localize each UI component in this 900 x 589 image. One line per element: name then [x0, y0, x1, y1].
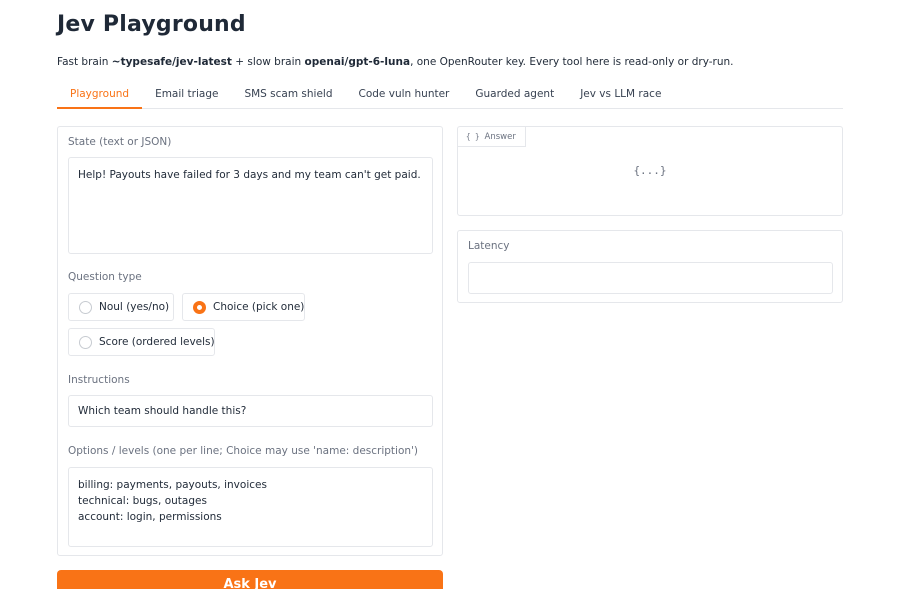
state-text: Help! Payouts have failed for 3 days and… — [78, 169, 421, 181]
page-title: Jev Playground — [57, 12, 246, 37]
instructions-label: Instructions — [68, 374, 130, 386]
radio-choice-label: Choice (pick one) — [213, 301, 305, 313]
state-textarea[interactable]: Help! Payouts have failed for 3 days and… — [68, 157, 433, 254]
options-text: billing: payments, payouts, invoices tec… — [78, 479, 267, 523]
radio-choice[interactable]: Choice (pick one) — [182, 293, 305, 321]
ask-jev-button[interactable]: Ask Jev — [57, 570, 443, 589]
radio-checked-icon — [193, 301, 206, 314]
radio-circle-icon — [79, 336, 92, 349]
subtitle-text-1: Fast brain — [57, 56, 112, 68]
fast-model-name: ~typesafe/jev-latest — [111, 56, 232, 68]
radio-score-label: Score (ordered levels) — [99, 336, 215, 348]
page-subtitle: Fast brain ~typesafe/jev-latest + slow b… — [57, 56, 734, 68]
slow-model-name: openai/gpt-6-luna — [304, 56, 411, 68]
tab-jev-vs-llm-race[interactable]: Jev vs LLM race — [567, 85, 674, 109]
latency-field[interactable] — [468, 262, 833, 294]
answer-json-placeholder: {...} — [633, 164, 667, 177]
subtitle-text-2: + slow brain — [231, 56, 305, 68]
radio-noul-label: Noul (yes/no) — [99, 301, 170, 313]
tab-bar: Playground Email triage SMS scam shield … — [57, 85, 843, 109]
tab-email-triage[interactable]: Email triage — [142, 85, 231, 109]
options-label: Options / levels (one per line; Choice m… — [68, 445, 419, 457]
json-braces-icon: { } — [466, 132, 480, 141]
instructions-input[interactable]: Which team should handle this? — [68, 395, 433, 427]
answer-label: Answer — [484, 132, 516, 142]
radio-circle-icon — [79, 301, 92, 314]
instructions-text: Which team should handle this? — [78, 405, 247, 417]
answer-panel: { } Answer {...} — [457, 126, 843, 216]
subtitle-text-3: , one OpenRouter key. Every tool here is… — [410, 56, 734, 68]
tab-code-vuln-hunter[interactable]: Code vuln hunter — [346, 85, 463, 109]
latency-label: Latency — [468, 240, 510, 252]
tab-sms-scam-shield[interactable]: SMS scam shield — [231, 85, 345, 109]
options-textarea[interactable]: billing: payments, payouts, invoices tec… — [68, 467, 433, 547]
question-type-label: Question type — [68, 271, 142, 283]
tab-playground[interactable]: Playground — [57, 85, 143, 109]
state-label: State (text or JSON) — [68, 136, 172, 148]
radio-score[interactable]: Score (ordered levels) — [68, 328, 215, 356]
answer-tag: { } Answer — [458, 127, 526, 147]
radio-noul[interactable]: Noul (yes/no) — [68, 293, 174, 321]
input-panel: State (text or JSON) Help! Payouts have … — [57, 126, 443, 556]
latency-panel: Latency — [457, 230, 843, 303]
tab-guarded-agent[interactable]: Guarded agent — [462, 85, 567, 109]
